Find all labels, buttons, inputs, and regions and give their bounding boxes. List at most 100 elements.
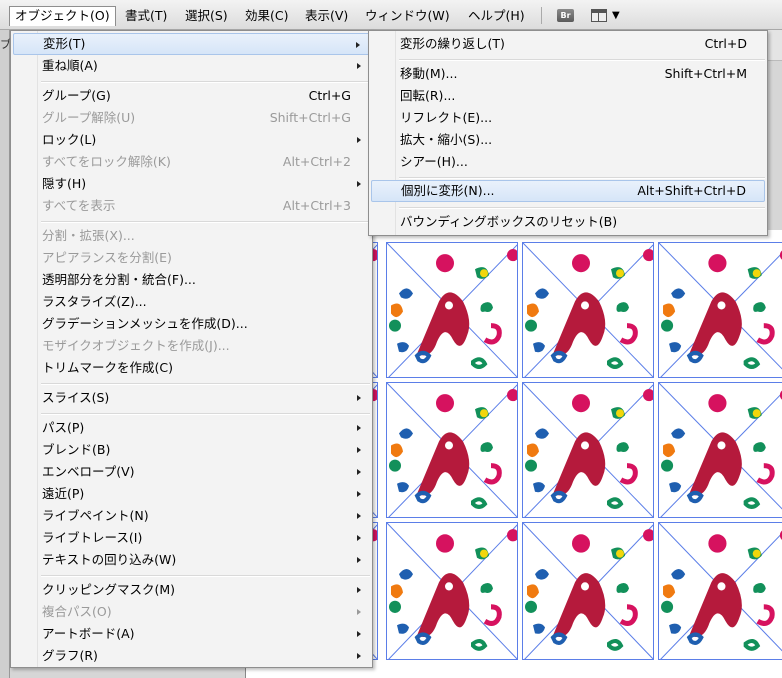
menu-item-reset-bounding-box[interactable]: バウンディングボックスのリセット(B) — [371, 211, 765, 233]
menu-item-rotate[interactable]: 回転(R)... — [371, 85, 765, 107]
submenu-arrow-icon — [356, 42, 360, 48]
menu-item-label: グラデーションメッシュを作成(D)... — [42, 316, 248, 331]
menu-item-label: ラスタライズ(Z)... — [42, 294, 147, 309]
menu-item-label: すべてを表示 — [42, 198, 116, 213]
shortcut-label: Alt+Ctrl+2 — [282, 154, 351, 169]
menu-item-label: エンベロープ(V) — [42, 464, 135, 479]
menu-item-live-paint[interactable]: ライブペイント(N) — [13, 505, 370, 527]
menu-item-label: 変形(T) — [43, 36, 86, 51]
menu-item-label: ライブトレース(I) — [42, 530, 143, 545]
menu-item-label: 分割・拡張(X)... — [42, 228, 135, 243]
menu-item-label: ロック(L) — [42, 132, 97, 147]
menu-view[interactable]: 表示(V) — [300, 6, 353, 26]
menu-item-create-gradient-mesh[interactable]: グラデーションメッシュを作成(D)... — [13, 313, 370, 335]
transform-submenu: 変形の繰り返し(T) Ctrl+D 移動(M)... Shift+Ctrl+M 回転… — [368, 30, 768, 236]
menu-item-lock[interactable]: ロック(L) — [13, 129, 370, 151]
menu-item-expand: 分割・拡張(X)... — [13, 225, 370, 247]
menu-item-label: 透明部分を分割・統合(F)... — [42, 272, 196, 287]
menu-item-slice[interactable]: スライス(S) — [13, 387, 370, 409]
menu-separator — [41, 413, 370, 415]
menu-item-clipping-mask[interactable]: クリッピングマスク(M) — [13, 579, 370, 601]
pattern-tile[interactable] — [386, 522, 518, 660]
bridge-icon[interactable]: Br — [557, 9, 574, 22]
menu-item-create-trim-marks[interactable]: トリムマークを作成(C) — [13, 357, 370, 379]
menu-item-label: パス(P) — [42, 420, 85, 435]
menu-select[interactable]: 選択(S) — [180, 6, 233, 26]
pattern-tile[interactable] — [386, 242, 518, 378]
menu-item-label: 複合パス(O) — [42, 604, 112, 619]
menu-item-envelope[interactable]: エンベロープ(V) — [13, 461, 370, 483]
menu-separator — [41, 221, 370, 223]
menu-window[interactable]: ウィンドウ(W) — [360, 6, 455, 26]
pattern-tile[interactable] — [522, 382, 654, 518]
menu-item-group[interactable]: グループ(G) Ctrl+G — [13, 85, 370, 107]
menu-item-move[interactable]: 移動(M)... Shift+Ctrl+M — [371, 63, 765, 85]
pattern-tile[interactable] — [522, 522, 654, 660]
menu-item-label: 回転(R)... — [400, 88, 456, 103]
menu-separator — [399, 207, 765, 209]
menu-separator — [41, 575, 370, 577]
arrange-documents-icon[interactable] — [591, 9, 607, 22]
pattern-tile[interactable] — [522, 242, 654, 378]
menu-separator — [41, 383, 370, 385]
pattern-tile[interactable] — [658, 522, 782, 660]
menu-item-graph[interactable]: グラフ(R) — [13, 645, 370, 667]
submenu-arrow-icon — [357, 631, 361, 637]
pattern-artwork — [659, 243, 782, 377]
menu-item-label: 移動(M)... — [400, 66, 458, 81]
menu-item-live-trace[interactable]: ライブトレース(I) — [13, 527, 370, 549]
menu-item-label: モザイクオブジェクトを作成(J)... — [42, 338, 230, 353]
menu-item-label: テキストの回り込み(W) — [42, 552, 177, 567]
chevron-down-icon[interactable]: ▼ — [612, 7, 620, 25]
menu-item-label: 重ね順(A) — [42, 58, 98, 73]
menu-item-label: グループ解除(U) — [42, 110, 136, 125]
shortcut-label: Alt+Shift+Ctrl+D — [637, 183, 746, 198]
pattern-artwork — [659, 383, 782, 517]
submenu-arrow-icon — [357, 609, 361, 615]
menu-item-path[interactable]: パス(P) — [13, 417, 370, 439]
shortcut-label: Ctrl+G — [308, 88, 351, 103]
menu-item-blend[interactable]: ブレンド(B) — [13, 439, 370, 461]
menu-item-shear[interactable]: シアー(H)... — [371, 151, 765, 173]
menu-item-flatten-transparency[interactable]: 透明部分を分割・統合(F)... — [13, 269, 370, 291]
menu-item-label: すべてをロック解除(K) — [42, 154, 171, 169]
menu-type[interactable]: 書式(T) — [120, 6, 172, 26]
menubar-divider — [541, 7, 542, 24]
menu-item-label: クリッピングマスク(M) — [42, 582, 176, 597]
submenu-arrow-icon — [357, 513, 361, 519]
menu-item-label: ライブペイント(N) — [42, 508, 149, 523]
pattern-artwork — [387, 383, 517, 517]
menu-item-transform-each[interactable]: 個別に変形(N)... Alt+Shift+Ctrl+D — [371, 180, 765, 202]
menu-item-create-object-mosaic: モザイクオブジェクトを作成(J)... — [13, 335, 370, 357]
pattern-tile[interactable] — [658, 382, 782, 518]
menu-item-perspective[interactable]: 遠近(P) — [13, 483, 370, 505]
document-edge: ブ — [0, 30, 11, 678]
menu-item-artboards[interactable]: アートボード(A) — [13, 623, 370, 645]
menu-item-transform-again[interactable]: 変形の繰り返し(T) Ctrl+D — [371, 33, 765, 55]
menu-item-label: 個別に変形(N)... — [401, 183, 495, 198]
menu-item-label: 隠す(H) — [42, 176, 87, 191]
pattern-tile[interactable] — [386, 382, 518, 518]
menu-object[interactable]: オブジェクト(O) — [9, 6, 116, 26]
submenu-arrow-icon — [357, 137, 361, 143]
submenu-arrow-icon — [357, 587, 361, 593]
submenu-arrow-icon — [357, 447, 361, 453]
menu-item-rasterize[interactable]: ラスタライズ(Z)... — [13, 291, 370, 313]
menu-item-label: グラフ(R) — [42, 648, 98, 663]
menu-item-text-wrap[interactable]: テキストの回り込み(W) — [13, 549, 370, 571]
submenu-arrow-icon — [357, 181, 361, 187]
menu-item-hide[interactable]: 隠す(H) — [13, 173, 370, 195]
menu-item-arrange[interactable]: 重ね順(A) — [13, 55, 370, 77]
menu-item-transform[interactable]: 変形(T) — [13, 33, 370, 55]
menu-item-label: スライス(S) — [42, 390, 110, 405]
object-menu: 変形(T) 重ね順(A) グループ(G) Ctrl+G グループ解除(U) Shif… — [10, 30, 373, 668]
menu-effect[interactable]: 効果(C) — [240, 6, 293, 26]
menu-item-compound-path: 複合パス(O) — [13, 601, 370, 623]
menu-item-unlock-all: すべてをロック解除(K) Alt+Ctrl+2 — [13, 151, 370, 173]
menu-item-reflect[interactable]: リフレクト(E)... — [371, 107, 765, 129]
menu-help[interactable]: ヘルプ(H) — [463, 6, 530, 26]
menu-item-label: アピアランスを分割(E) — [42, 250, 172, 265]
pattern-artwork — [523, 523, 653, 659]
pattern-tile[interactable] — [658, 242, 782, 378]
menu-item-scale[interactable]: 拡大・縮小(S)... — [371, 129, 765, 151]
